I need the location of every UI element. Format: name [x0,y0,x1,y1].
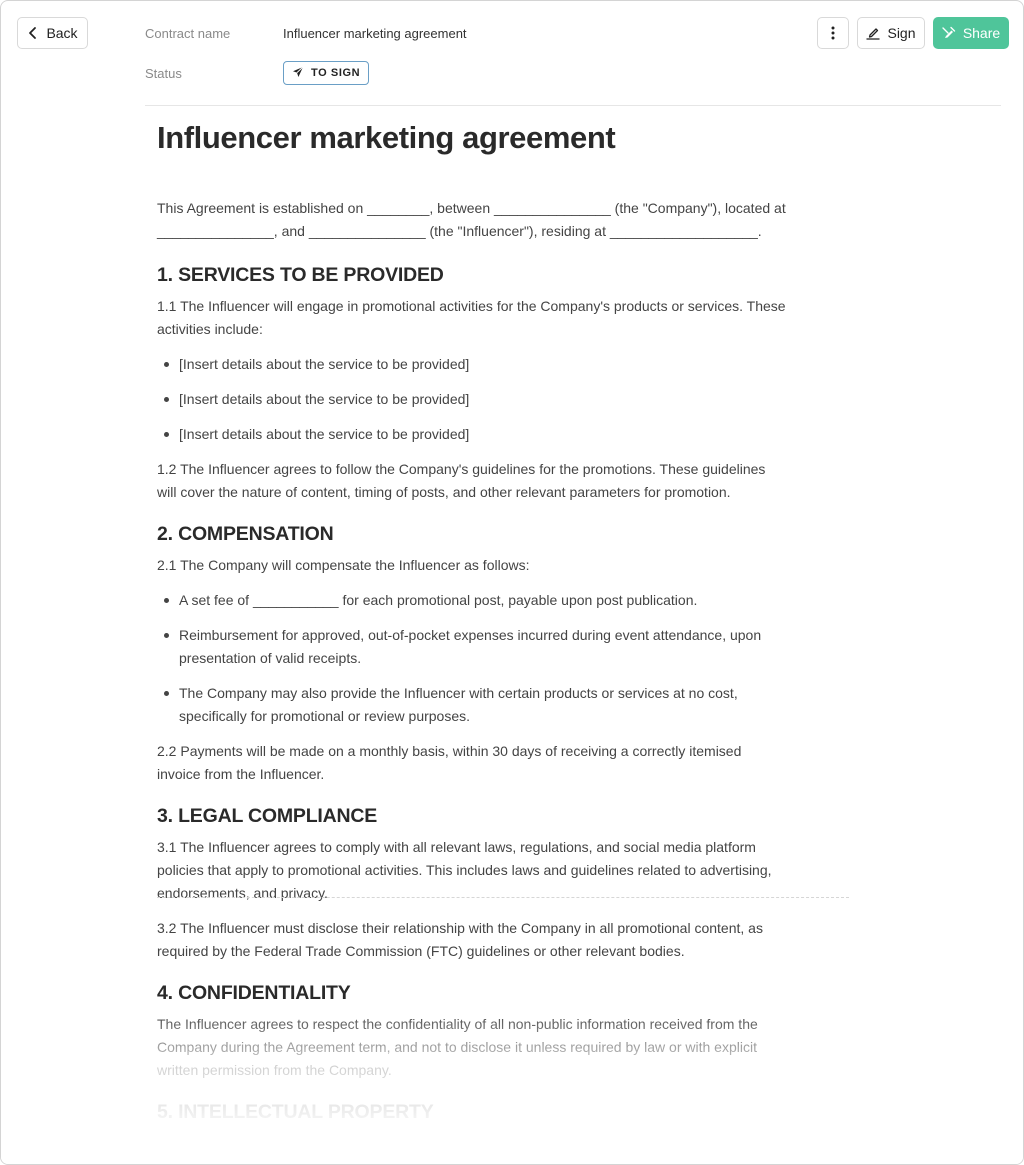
back-label: Back [46,25,78,41]
section-heading: 1. SERVICES TO BE PROVIDED [157,264,444,286]
paper-plane-icon [292,66,304,81]
share-label: Share [962,25,1001,41]
contract-name-label: Contract name [145,26,231,41]
page-break-divider [157,897,849,898]
chevron-left-icon [27,26,39,40]
status-value: TO SIGN [311,67,361,79]
section-paragraph: 2.1 The Company will compensate the Infl… [157,557,530,573]
list-item: The Company may also provide the Influen… [157,682,787,728]
bullet-list: A set fee of ___________ for each promot… [157,589,787,728]
section-paragraph: 1.1 The Influencer will engage in promot… [157,298,786,337]
document-body: Influencer marketing agreement This Agre… [157,119,787,1132]
list-item: A set fee of ___________ for each promot… [157,589,787,612]
sign-label: Sign [887,25,916,41]
section-paragraph: The Influencer agrees to respect the con… [157,1016,758,1078]
more-options-button[interactable] [817,17,849,49]
status-badge: TO SIGN [283,61,370,85]
section-heading: 4. CONFIDENTIALITY [157,982,351,1004]
signature-pen-icon [866,26,881,40]
status-label: Status [145,66,182,81]
section-heading: 2. COMPENSATION [157,523,334,545]
back-button[interactable]: Back [17,17,88,49]
share-button[interactable]: Share [933,17,1009,49]
list-item: Reimbursement for approved, out-of-pocke… [157,624,787,670]
document-title: Influencer marketing agreement [157,120,616,155]
section-paragraph: 1.2 The Influencer agrees to follow the … [157,461,766,500]
section-paragraph: 2.2 Payments will be made on a monthly b… [157,743,742,782]
contract-view: Back Contract name Influencer marketing … [0,0,1024,1165]
list-item: [Insert details about the service to be … [157,353,787,376]
bullet-list: [Insert details about the service to be … [157,353,787,446]
section-paragraph: 3.1 The Influencer agrees to comply with… [157,839,772,901]
share-icon [942,26,956,40]
header-divider [145,105,1001,106]
section-heading: 5. INTELLECTUAL PROPERTY [157,1101,434,1123]
list-item: [Insert details about the service to be … [157,423,787,446]
sign-button[interactable]: Sign [857,17,925,49]
more-vertical-icon [831,26,835,40]
list-item: [Insert details about the service to be … [157,388,787,411]
contract-name-value: Influencer marketing agreement [283,26,467,41]
section-paragraph: 3.2 The Influencer must disclose their r… [157,920,763,959]
intro-paragraph: This Agreement is established on _______… [157,200,786,239]
section-heading: 3. LEGAL COMPLIANCE [157,805,378,827]
